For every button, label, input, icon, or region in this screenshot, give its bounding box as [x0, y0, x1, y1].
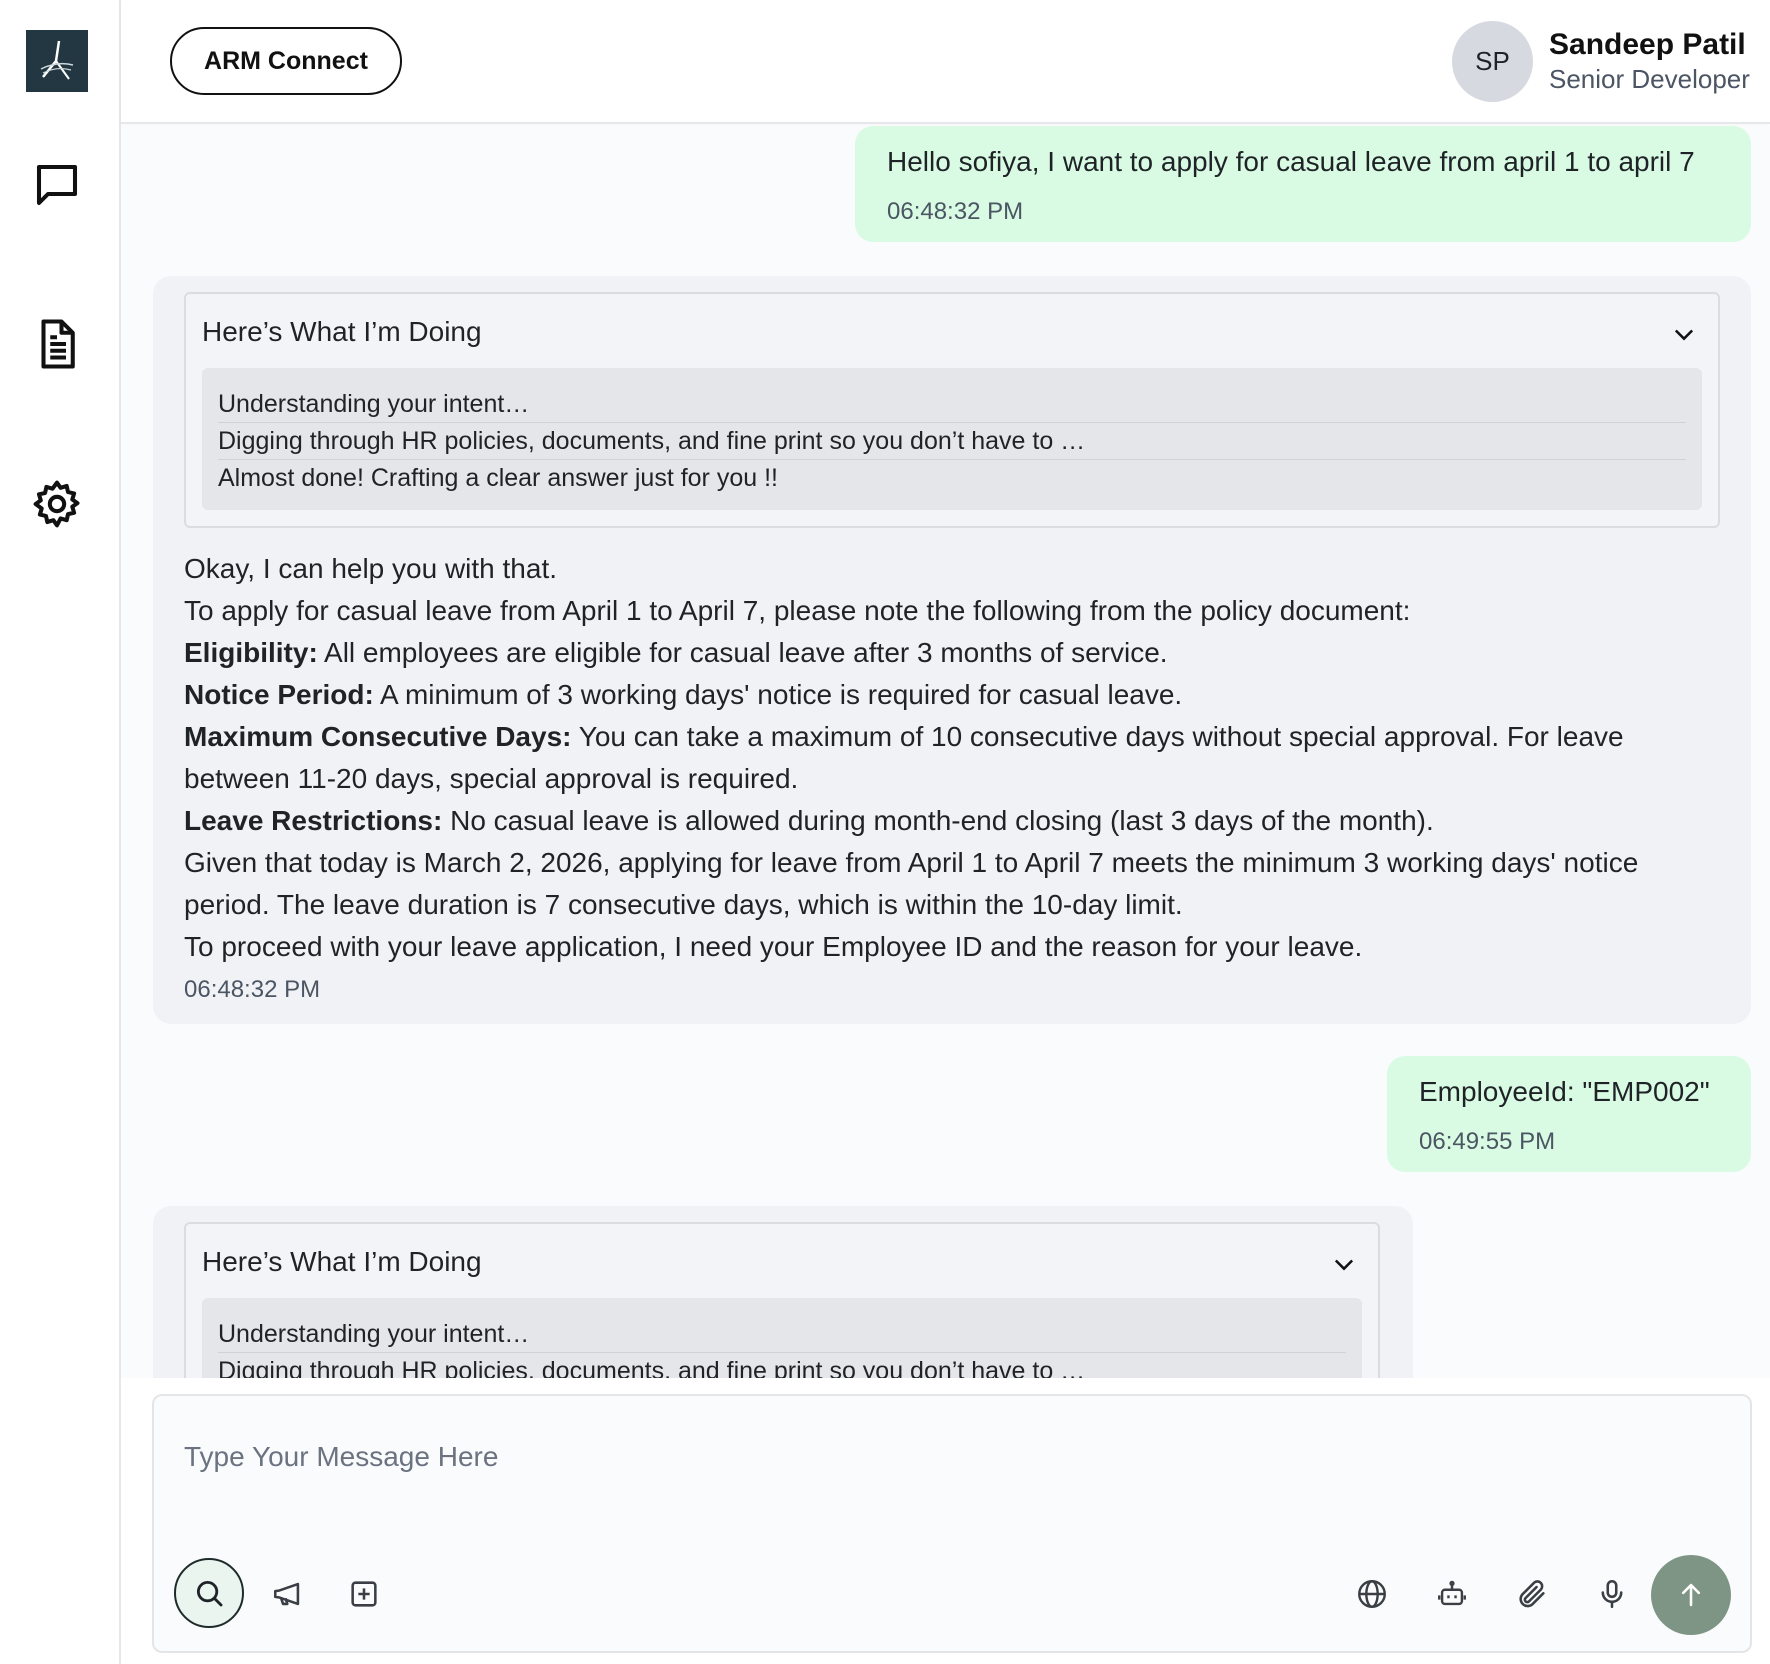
- add-square-icon: [351, 1581, 377, 1607]
- message-text: Hello sofiya, I want to apply for casual…: [887, 146, 1695, 177]
- answer-intro: Okay, I can help you with that.: [184, 553, 558, 584]
- user-avatar[interactable]: SP: [1452, 21, 1533, 102]
- message-timestamp: 06:48:32 PM: [887, 198, 1024, 225]
- app-logo[interactable]: [26, 30, 88, 92]
- thinking-panel: Here’s What I’m Doing Understanding your…: [184, 292, 1720, 528]
- thinking-steps: Understanding your intent… Digging throu…: [202, 1298, 1362, 1378]
- answer-summary: Given that today is March 2, 2026, apply…: [184, 847, 1639, 920]
- microphone-icon: [1601, 1579, 1623, 1609]
- message-text: EmployeeId: "EMP002": [1419, 1076, 1710, 1107]
- thinking-title: Here’s What I’m Doing: [202, 316, 482, 347]
- bot-answer: Okay, I can help you with that. To apply…: [184, 548, 1724, 968]
- policy-text: A minimum of 3 working days' notice is r…: [373, 679, 1183, 710]
- chat-icon: [36, 164, 78, 206]
- announce-button[interactable]: [266, 1572, 310, 1616]
- thinking-step: Digging through HR policies, documents, …: [218, 423, 1686, 460]
- document-icon: [41, 319, 75, 369]
- arrow-up-icon: [1681, 1583, 1701, 1607]
- policy-text: No casual leave is allowed during month-…: [442, 805, 1434, 836]
- policy-point: Maximum Consecutive Days: You can take a…: [184, 716, 1724, 800]
- voice-button[interactable]: [1590, 1572, 1634, 1616]
- bot-icon: [1438, 1580, 1466, 1606]
- chevron-down-icon[interactable]: [1670, 320, 1698, 348]
- settings-icon: [33, 480, 80, 528]
- user-message: EmployeeId: "EMP002" 06:49:55 PM: [1387, 1056, 1751, 1172]
- add-button[interactable]: [342, 1572, 386, 1616]
- sidebar: [0, 0, 121, 1664]
- policy-label: Notice Period:: [184, 679, 374, 710]
- message-input[interactable]: [184, 1432, 1584, 1482]
- policy-point: Leave Restrictions: No casual leave is a…: [184, 800, 1724, 842]
- bot-button[interactable]: [1430, 1572, 1474, 1616]
- attach-button[interactable]: [1510, 1572, 1554, 1616]
- megaphone-icon: [273, 1582, 300, 1606]
- user-name: Sandeep Patil: [1549, 28, 1746, 61]
- logo-mark-icon: [40, 40, 74, 80]
- user-role: Senior Developer: [1549, 64, 1750, 94]
- message-timestamp: 06:48:32 PM: [184, 976, 321, 1003]
- message-timestamp: 06:49:55 PM: [1419, 1128, 1556, 1155]
- policy-text: All employees are eligible for casual le…: [317, 637, 1168, 668]
- arm-connect-button[interactable]: ARM Connect: [170, 27, 402, 95]
- nav-documents[interactable]: [25, 312, 89, 376]
- answer-request: To proceed with your leave application, …: [184, 931, 1363, 962]
- policy-point: Notice Period: A minimum of 3 working da…: [184, 674, 1724, 716]
- message-composer: [152, 1394, 1752, 1653]
- thinking-panel: Here’s What I’m Doing Understanding your…: [184, 1222, 1380, 1378]
- thinking-step: Understanding your intent…: [218, 1316, 1346, 1353]
- globe-icon: [1358, 1580, 1386, 1608]
- thinking-step: Almost done! Crafting a clear answer jus…: [218, 464, 778, 492]
- search-icon: [196, 1580, 223, 1607]
- send-button[interactable]: [1651, 1555, 1731, 1635]
- policy-label: Maximum Consecutive Days:: [184, 721, 572, 752]
- thinking-step: Understanding your intent…: [218, 386, 1686, 423]
- web-search-button[interactable]: [1350, 1572, 1394, 1616]
- bot-message: Here’s What I’m Doing Understanding your…: [153, 276, 1751, 1024]
- thinking-steps: Understanding your intent… Digging throu…: [202, 368, 1702, 510]
- policy-label: Leave Restrictions:: [184, 805, 443, 836]
- nav-chat[interactable]: [25, 153, 89, 217]
- top-header: ARM Connect SP Sandeep Patil Senior Deve…: [121, 0, 1770, 124]
- chat-transcript[interactable]: Hello sofiya, I want to apply for casual…: [121, 126, 1770, 1378]
- thinking-step: Digging through HR policies, documents, …: [218, 1357, 1086, 1378]
- nav-settings[interactable]: [25, 472, 89, 536]
- policy-point: Eligibility: All employees are eligible …: [184, 632, 1724, 674]
- search-button[interactable]: [174, 1558, 244, 1628]
- policy-label: Eligibility:: [184, 637, 318, 668]
- thinking-title: Here’s What I’m Doing: [202, 1246, 482, 1277]
- answer-context: To apply for casual leave from April 1 t…: [184, 595, 1411, 626]
- user-message: Hello sofiya, I want to apply for casual…: [855, 126, 1751, 242]
- chevron-down-icon[interactable]: [1330, 1250, 1358, 1278]
- bot-message: Here’s What I’m Doing Understanding your…: [153, 1206, 1413, 1378]
- paperclip-icon: [1519, 1580, 1545, 1608]
